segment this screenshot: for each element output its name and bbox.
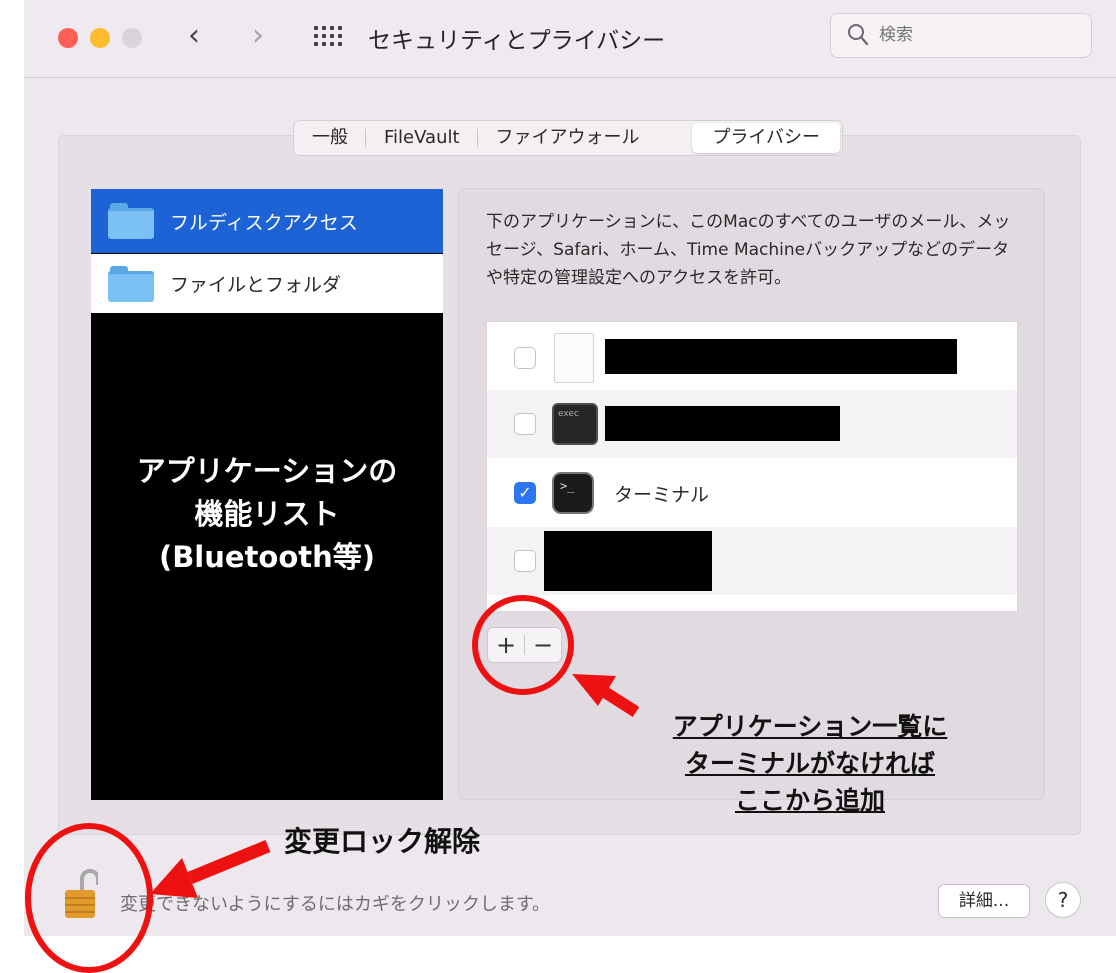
- annotation-overlay: [25, 595, 640, 973]
- add-button-highlight-circle: [472, 595, 574, 695]
- annotation-line: アプリケーション一覧に: [672, 712, 948, 741]
- add-app-annotation: アプリケーション一覧に ターミナルがなければ ここから追加: [620, 708, 1000, 819]
- annotation-line: ターミナルがなければ: [684, 749, 935, 778]
- lock-highlight-circle: [25, 823, 153, 973]
- annotation-line: ここから追加: [734, 786, 885, 815]
- unlock-annotation: 変更ロック解除: [284, 825, 481, 858]
- lock-arrow: [187, 839, 271, 885]
